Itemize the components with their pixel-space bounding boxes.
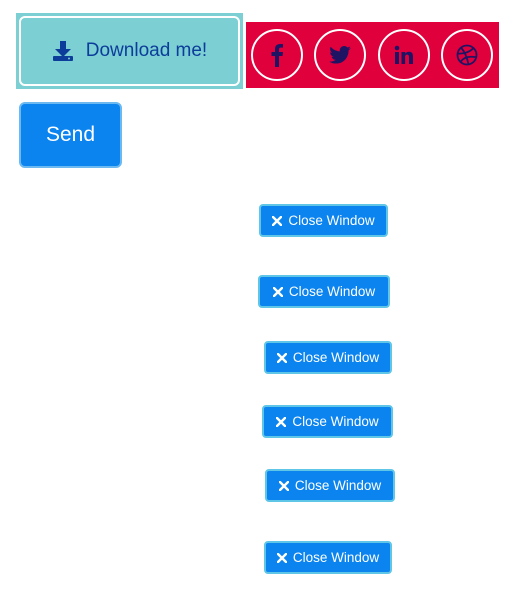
dribbble-button[interactable] <box>440 29 493 81</box>
close-window-label: Close Window <box>292 550 380 565</box>
social-bar <box>246 22 499 88</box>
close-icon <box>276 352 287 363</box>
close-icon <box>272 215 283 226</box>
close-window-button[interactable]: Close Window <box>258 275 390 308</box>
close-window-button[interactable]: Close Window <box>262 405 393 438</box>
close-window-label: Close Window <box>294 478 382 493</box>
close-window-button[interactable]: Close Window <box>265 469 395 502</box>
download-icon <box>52 40 74 62</box>
close-window-label: Close Window <box>292 350 380 365</box>
close-icon <box>276 416 287 427</box>
twitter-button[interactable] <box>314 29 367 81</box>
close-window-button[interactable]: Close Window <box>264 541 392 574</box>
facebook-icon <box>270 43 284 67</box>
close-window-label: Close Window <box>288 213 375 228</box>
download-label: Download me! <box>85 40 208 61</box>
close-window-label: Close Window <box>292 414 379 429</box>
close-window-button[interactable]: Close Window <box>259 204 388 237</box>
linkedin-button[interactable] <box>377 29 430 81</box>
close-icon <box>272 286 283 297</box>
close-icon <box>278 480 289 491</box>
dribbble-icon <box>456 44 478 66</box>
close-icon <box>276 552 287 563</box>
download-button[interactable]: Download me! <box>19 16 240 86</box>
send-button[interactable]: Send <box>19 102 122 168</box>
send-label: Send <box>45 123 96 146</box>
twitter-icon <box>329 46 352 64</box>
linkedin-icon <box>394 45 414 65</box>
facebook-button[interactable] <box>251 29 303 81</box>
close-window-button[interactable]: Close Window <box>264 341 392 374</box>
close-window-label: Close Window <box>288 284 376 299</box>
download-button-wrapper: Download me! <box>16 13 243 89</box>
